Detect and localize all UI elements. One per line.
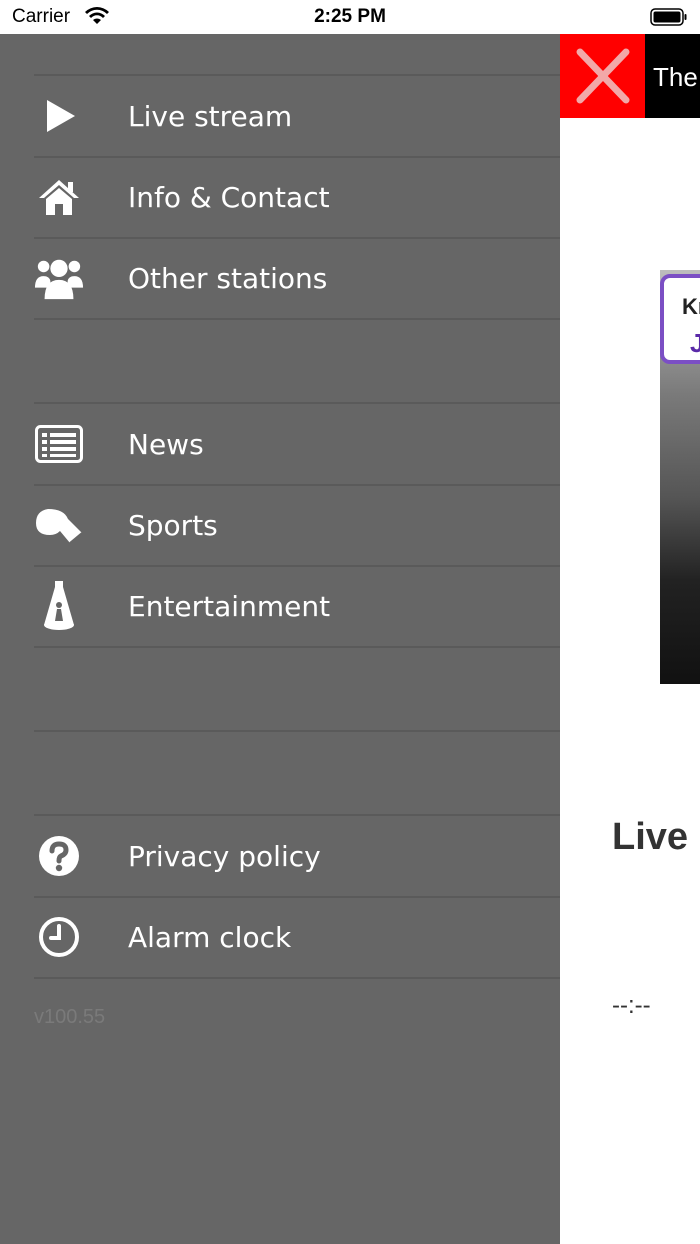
menu-item-label: News — [128, 428, 204, 461]
main-content: The Kr J Live --:-- — [560, 34, 700, 1244]
main-header-title: The — [653, 62, 698, 92]
menu-item-privacy-policy[interactable]: Privacy policy — [0, 816, 560, 896]
menu-item-news[interactable]: News — [0, 404, 560, 484]
menu-item-info-contact[interactable]: Info & Contact — [0, 157, 560, 237]
badge-line2: J — [690, 328, 700, 358]
divider — [34, 318, 560, 320]
battery-icon — [650, 8, 688, 26]
badge-line1: Kr — [682, 294, 700, 319]
version-label: v100.55 — [34, 1006, 106, 1028]
whistle-icon — [34, 501, 84, 549]
play-icon — [34, 92, 84, 140]
users-icon — [34, 254, 84, 302]
menu-item-label: Privacy policy — [128, 840, 321, 873]
side-drawer: Live stream Info & Contact Other station… — [0, 34, 560, 1244]
menu-item-sports[interactable]: Sports — [0, 485, 560, 565]
menu-item-label: Sports — [128, 509, 218, 542]
newspaper-icon — [34, 420, 84, 468]
menu-item-entertainment[interactable]: Entertainment — [0, 566, 560, 646]
divider — [34, 646, 560, 648]
menu-item-label: Entertainment — [128, 590, 331, 623]
menu-item-label: Info & Contact — [128, 181, 330, 214]
status-time: 2:25 PM — [314, 6, 386, 27]
menu-item-other-stations[interactable]: Other stations — [0, 238, 560, 318]
live-title: Live — [612, 816, 689, 858]
spotlight-icon — [34, 581, 84, 630]
menu-item-live-stream[interactable]: Live stream — [0, 76, 560, 156]
status-bar: Carrier 2:25 PM — [0, 0, 700, 34]
menu-item-alarm-clock[interactable]: Alarm clock — [0, 897, 560, 977]
time-display: --:-- — [612, 992, 651, 1019]
home-icon — [34, 173, 84, 221]
close-icon — [576, 48, 630, 104]
menu-item-label: Alarm clock — [128, 921, 292, 954]
station-badge: Kr J — [660, 274, 700, 364]
menu-item-label: Live stream — [128, 100, 293, 133]
divider — [34, 730, 560, 732]
clock-icon — [34, 913, 84, 961]
divider — [34, 977, 560, 979]
close-drawer-button[interactable] — [560, 34, 645, 118]
main-header-bar: The — [645, 34, 700, 118]
question-icon — [34, 832, 84, 880]
menu-item-label: Other stations — [128, 262, 328, 295]
